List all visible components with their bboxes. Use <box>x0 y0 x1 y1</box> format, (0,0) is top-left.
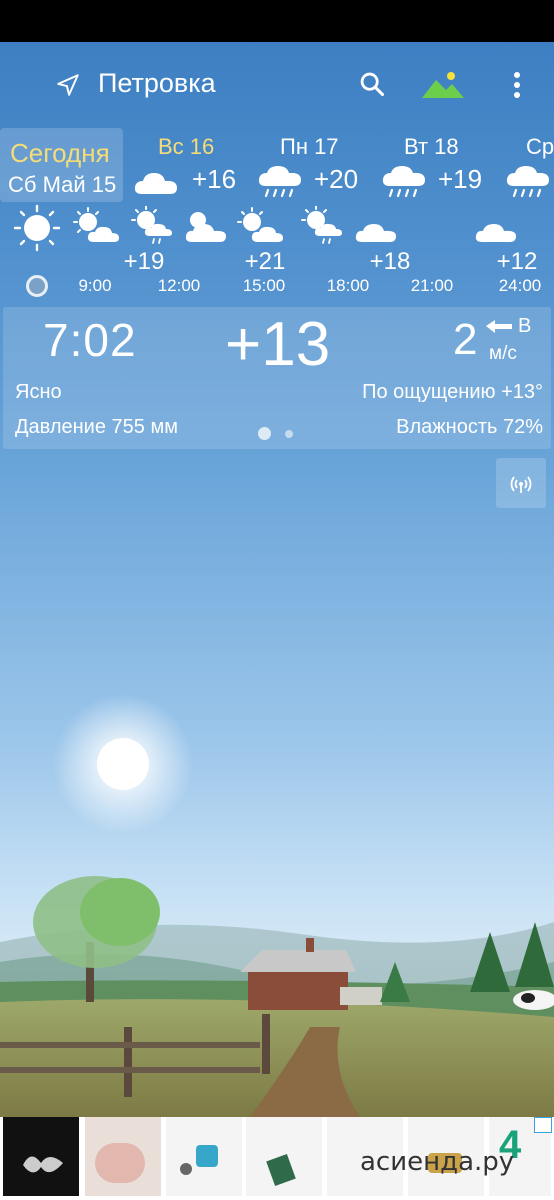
hour-temp: +19 <box>123 248 165 275</box>
top-bar: Петровка <box>0 42 554 126</box>
hour-temp: +12 <box>496 248 538 275</box>
hourly-forecast[interactable]: +19 +21 +18 +12 9:00 12:00 15:00 18:00 2… <box>0 202 554 302</box>
sun-cloud-icon <box>73 207 119 242</box>
weather-condition: Ясно <box>15 381 62 403</box>
hour-time: 21:00 <box>410 276 454 295</box>
ad-image[interactable] <box>85 1117 161 1196</box>
cloud-icon <box>475 224 516 242</box>
hour-temp: +18 <box>369 248 411 275</box>
cloud-icon <box>355 224 396 242</box>
today-date: Сб Май 15 <box>8 172 117 197</box>
jewelry-image-icon <box>23 1156 63 1173</box>
day-name: Вт 18 <box>404 134 459 159</box>
rain-cloud-icon <box>506 166 549 198</box>
rain-cloud-icon <box>382 166 425 198</box>
hour-time: 9:00 <box>78 276 112 295</box>
page-indicator <box>285 430 293 438</box>
pressure: Давление 755 мм <box>15 416 178 438</box>
hour-time: 12:00 <box>157 276 201 295</box>
ad-info-icon[interactable] <box>534 1117 552 1133</box>
day-temp: +19 <box>438 164 483 194</box>
today-tab[interactable]: Сегодня Сб Май 15 <box>0 128 123 202</box>
ad-image[interactable] <box>166 1117 242 1196</box>
broadcast-icon <box>510 476 532 493</box>
ad-image[interactable] <box>3 1117 79 1196</box>
wind-speed: 2 <box>453 315 478 364</box>
rain-cloud-icon <box>258 166 301 198</box>
weather-app: Петровка Сегодня Сб Май 15 Вс 16 +16 Пн … <box>0 42 554 1117</box>
current-time-indicator <box>26 275 48 297</box>
day-item[interactable]: Вт 18 +19 <box>376 130 506 200</box>
search-icon[interactable] <box>358 70 386 98</box>
hour-time: 18:00 <box>326 276 370 295</box>
sun-rain-icon <box>301 206 342 244</box>
humidity: Влажность 72% <box>396 416 543 438</box>
day-item[interactable]: Ср <box>500 130 554 200</box>
more-options-icon[interactable] <box>505 70 529 100</box>
day-name: Пн 17 <box>280 134 339 159</box>
wind-unit: м/с <box>489 343 517 364</box>
hour-temp: +21 <box>244 248 286 275</box>
hour-time: 15:00 <box>242 276 286 295</box>
sun-cloud-icon <box>237 207 283 242</box>
radar-button[interactable] <box>496 458 546 508</box>
today-label: Сегодня <box>10 138 110 168</box>
feels-like: По ощущению +13° <box>362 381 543 403</box>
city-name[interactable]: Петровка <box>98 68 216 99</box>
ad-image[interactable] <box>246 1117 322 1196</box>
hour-time: 24:00 <box>498 276 542 295</box>
current-conditions-panel[interactable]: 7:02 +13 2 В м/с Ясно По ощущению +13° Д… <box>3 307 551 449</box>
ad-banner[interactable]: 4 асиенда.ру <box>0 1117 554 1200</box>
day-item[interactable]: Пн 17 +20 <box>252 130 382 200</box>
daily-forecast-strip: Сегодня Сб Май 15 Вс 16 +16 Пн 17 +20 Вт… <box>0 126 554 202</box>
current-temperature: +13 <box>225 310 331 379</box>
day-temp: +20 <box>314 164 359 194</box>
sun-rain-icon <box>131 206 172 244</box>
landscape-icon[interactable] <box>420 68 466 100</box>
wind-direction-arrow-icon <box>486 320 512 333</box>
day-name: Ср <box>526 134 554 159</box>
page-indicator-active <box>258 427 271 440</box>
location-arrow-icon[interactable] <box>55 72 81 98</box>
ad-brand-text[interactable]: асиенда.ру <box>360 1147 514 1177</box>
day-name: Вс 16 <box>158 134 215 159</box>
day-item[interactable]: Вс 16 +16 <box>128 130 258 200</box>
sun-icon <box>13 204 61 252</box>
day-temp: +16 <box>192 164 237 194</box>
cloud-icon <box>134 173 177 194</box>
status-bar <box>0 0 554 42</box>
wind-direction: В <box>518 315 532 337</box>
current-time: 7:02 <box>43 314 137 366</box>
sun-cloud-icon <box>185 212 226 242</box>
